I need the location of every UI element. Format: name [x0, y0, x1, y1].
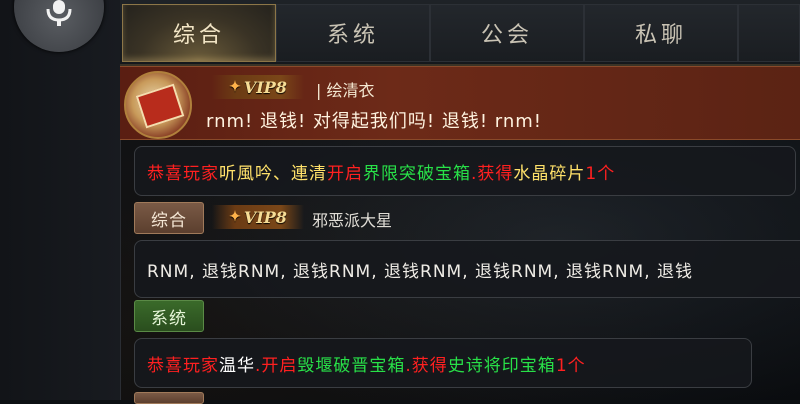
announcement-segment: .获得: [405, 356, 448, 376]
announcement-segment: 毁堰破晋宝箱: [297, 356, 406, 376]
announcement-text: 恭喜玩家听風吟、連清开启界限突破宝箱.获得水晶碎片1个: [147, 159, 615, 184]
channel-tabs: 综合 系统 公会 私聊: [120, 0, 800, 66]
microphone-icon: [46, 0, 72, 26]
left-panel: [0, 0, 121, 400]
vip-badge: ✦ VIP8: [212, 205, 304, 229]
announcement-segment: 史诗将印宝箱: [447, 356, 556, 376]
announcement-message[interactable]: 恭喜玩家温华.开启毁堰破晋宝箱.获得史诗将印宝箱1个: [134, 338, 752, 388]
announcement-segment: 1个: [555, 356, 586, 376]
announcement-segment: 1个: [585, 164, 616, 184]
vip-badge-icon: ✦: [229, 79, 241, 95]
announcement-segment: 界限突破宝箱: [363, 164, 471, 184]
pinned-message[interactable]: ✦ VIP8 | 绘清衣 rnm! 退钱! 对得起我们吗! 退钱! rnm!: [120, 66, 800, 140]
tab-guild[interactable]: 公会: [430, 4, 584, 62]
pinned-sender: | 绘清衣: [316, 81, 375, 100]
announcement-segment: .开启: [255, 356, 298, 376]
tab-overflow[interactable]: [738, 4, 800, 62]
announcement-segment: 听風吟、連清: [219, 164, 327, 184]
announcement-segment: 开启: [327, 164, 363, 184]
chat-message[interactable]: RNM, 退钱RNM, 退钱RNM, 退钱RNM, 退钱RNM, 退钱RNM, …: [134, 240, 800, 298]
channel-tag-system: 系统: [134, 300, 204, 332]
chat-sender[interactable]: 邪恶派大星: [312, 207, 392, 231]
vip-badge: ✦ VIP8: [212, 75, 304, 99]
chat-text: RNM, 退钱RNM, 退钱RNM, 退钱RNM, 退钱RNM, 退钱RNM, …: [147, 262, 694, 282]
announcement-segment: .获得: [471, 164, 514, 184]
pinned-text: rnm! 退钱! 对得起我们吗! 退钱! rnm!: [206, 111, 543, 132]
scroll-avatar-icon: [124, 71, 192, 139]
message-list[interactable]: ✦ VIP8 | 绘清衣 rnm! 退钱! 对得起我们吗! 退钱! rnm! 恭喜…: [120, 66, 800, 404]
channel-tag-general: 综合: [134, 202, 204, 234]
announcement-segment: 温华: [219, 356, 255, 376]
announcement-message[interactable]: 恭喜玩家听風吟、連清开启界限突破宝箱.获得水晶碎片1个: [134, 146, 796, 196]
announcement-segment: 恭喜玩家: [147, 164, 219, 184]
channel-tag-partial: [134, 392, 204, 404]
vip-badge-icon: ✦: [229, 209, 241, 225]
voice-button[interactable]: [14, 0, 104, 52]
tab-private-chat[interactable]: 私聊: [584, 4, 738, 62]
tab-general[interactable]: 综合: [122, 4, 276, 62]
announcement-segment: 恭喜玩家: [147, 356, 219, 376]
announcement-text: 恭喜玩家温华.开启毁堰破晋宝箱.获得史诗将印宝箱1个: [147, 351, 586, 376]
announcement-segment: 水晶碎片: [513, 164, 586, 184]
tab-system[interactable]: 系统: [276, 4, 430, 62]
